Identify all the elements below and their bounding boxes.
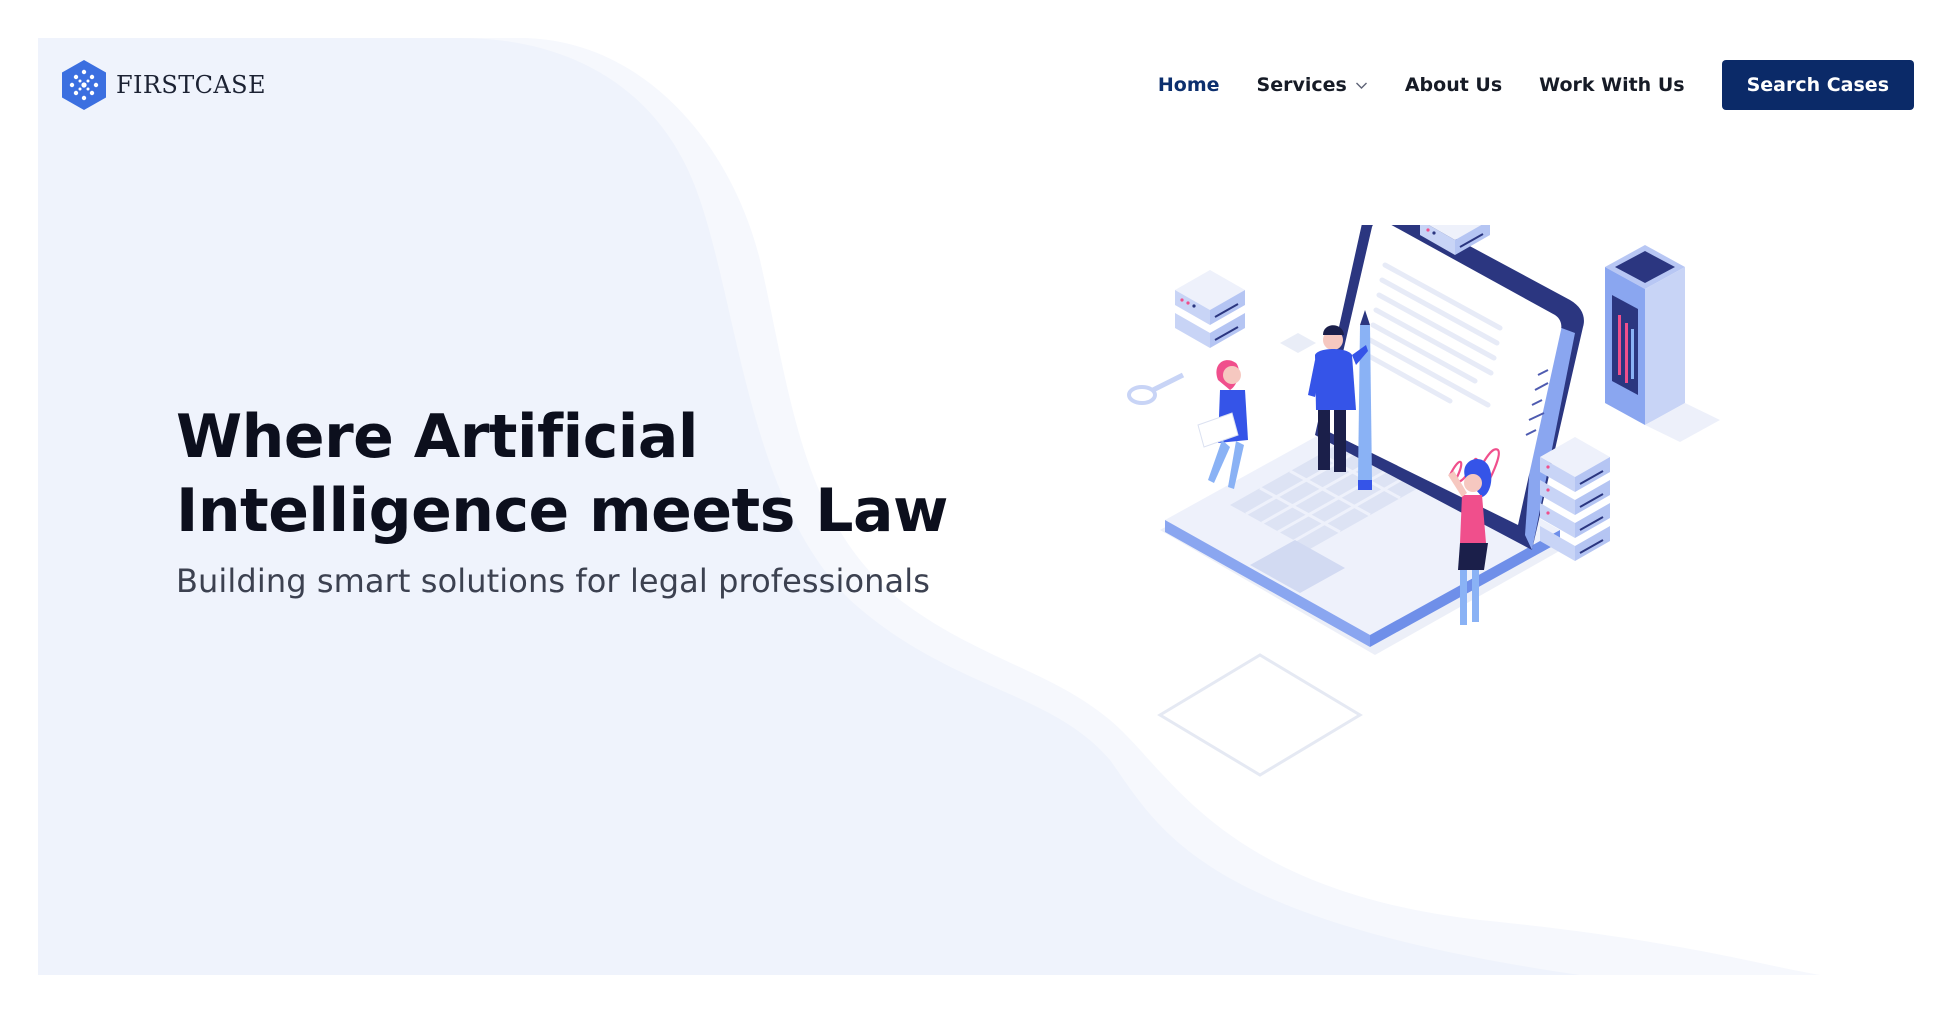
- hero-illustration: [1127, 225, 1720, 777]
- brand-name: FIRSTCASE: [116, 71, 266, 99]
- logo[interactable]: FIRSTCASE: [60, 59, 266, 111]
- floating-tile: [1280, 333, 1316, 353]
- hero-subtitle: Building smart solutions for legal profe…: [176, 562, 930, 600]
- nav-about-us[interactable]: About Us: [1405, 74, 1502, 96]
- site-header: FIRSTCASE Home Services About Us Work Wi…: [0, 0, 1954, 170]
- nav-services-label: Services: [1256, 74, 1347, 96]
- server-stack-right: [1540, 437, 1610, 561]
- server-tower: [1605, 245, 1720, 442]
- nav-work-with-us[interactable]: Work With Us: [1539, 74, 1684, 96]
- hero-title-line2: Intelligence meets Law: [176, 476, 948, 546]
- brand-name-first: FIRST: [116, 71, 195, 99]
- woman-sitting-figure: [1197, 360, 1248, 489]
- main-nav: Home Services About Us Work With Us Sear…: [1158, 59, 1914, 111]
- hero-title: Where Artificial Intelligence meets Law: [176, 400, 1036, 548]
- firstcase-logo-icon: [62, 60, 106, 110]
- server-stack-left: [1175, 270, 1245, 348]
- key-icon: [1127, 372, 1185, 405]
- page: FIRSTCASE Home Services About Us Work Wi…: [0, 0, 1954, 1012]
- chevron-down-icon: [1355, 82, 1367, 89]
- nav-services[interactable]: Services: [1257, 74, 1368, 96]
- search-cases-button[interactable]: Search Cases: [1721, 60, 1914, 110]
- hero-title-line1: Where Artificial: [176, 402, 698, 472]
- hero-text: Where Artificial Intelligence meets Law …: [176, 400, 1036, 600]
- brand-name-case: CASE: [194, 71, 266, 99]
- floor-tile-outline: [1157, 653, 1363, 777]
- pencil: [1358, 310, 1372, 490]
- nav-home[interactable]: Home: [1158, 74, 1220, 96]
